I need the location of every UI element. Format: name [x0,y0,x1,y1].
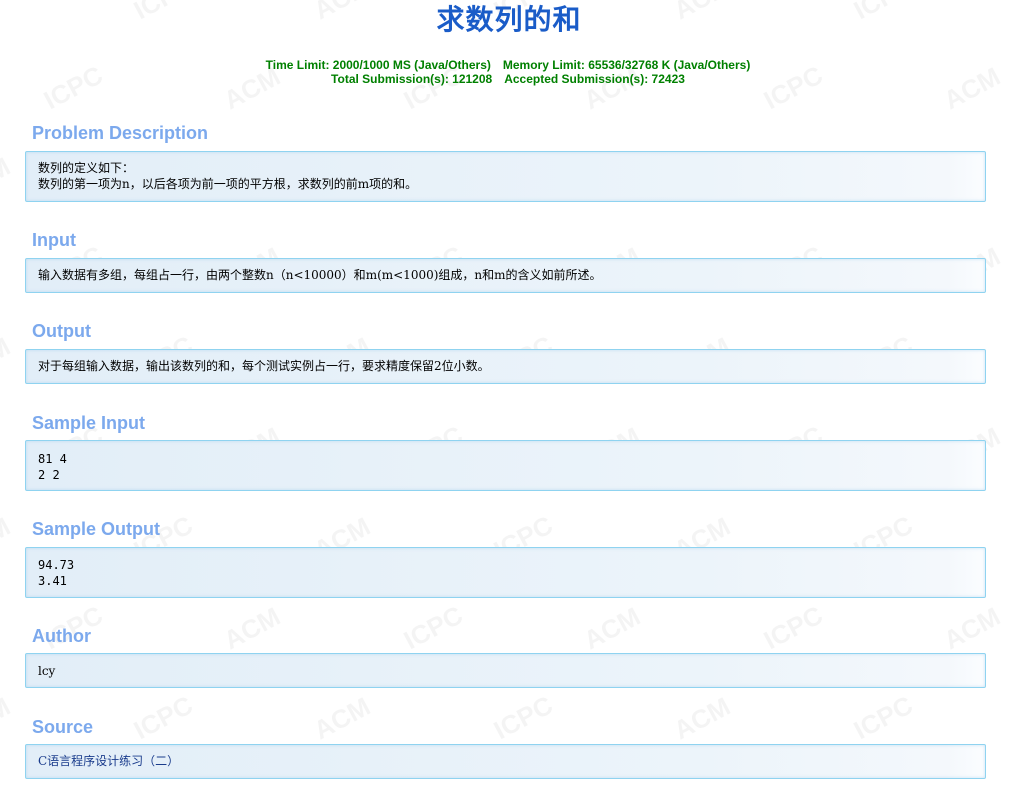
source-heading: Source [32,717,94,737]
problem-title: 求数列的和 [436,3,582,36]
sample-output-panel: 94.73 3.41 [25,547,986,598]
sample-output-line: 94.73 [38,558,75,572]
sample-output-heading: Sample Output [32,519,161,539]
description-line: 数列的第一项为n，以后各项为前一项的平方根，求数列的前m项的和。 [38,177,418,191]
sample-input-line: 81 4 [38,452,67,466]
author-panel: lcy [25,653,986,688]
accepted-submissions: Accepted Submission(s): 72423 [504,72,685,86]
description-panel: 数列的定义如下： 数列的第一项为n，以后各项为前一项的平方根，求数列的前m项的和… [25,151,986,202]
source-panel: C语言程序设计练习（二） [25,744,986,779]
input-panel: 输入数据有多组，每组占一行，由两个整数n（n<10000）和m(m<1000)组… [25,258,986,293]
problem-limits: Time Limit: 2000/1000 MS (Java/Others) Me… [0,58,1016,86]
memory-limit: Memory Limit: 65536/32768 K (Java/Others… [502,58,751,72]
sample-input-panel: 81 4 2 2 [25,440,986,491]
input-line: 输入数据有多组，每组占一行，由两个整数n（n<10000）和m(m<1000)组… [38,268,602,282]
sample-input-heading: Sample Input [32,413,146,433]
sample-output-line: 3.41 [38,574,67,588]
time-limit: Time Limit: 2000/1000 MS (Java/Others) [265,58,491,72]
author-heading: Author [32,626,91,646]
author-name: lcy [38,664,56,678]
source-link[interactable]: C语言程序设计练习（二） [38,753,973,769]
input-heading: Input [32,230,76,250]
sample-input-line: 2 2 [38,468,60,482]
output-heading: Output [32,321,91,341]
total-submissions: Total Submission(s): 121208 [331,72,493,86]
description-line: 数列的定义如下： [38,161,135,175]
description-heading: Problem Description [32,123,209,143]
output-line: 对于每组输入数据，输出该数列的和，每个测试实例占一行，要求精度保留2位小数。 [38,359,490,373]
output-panel: 对于每组输入数据，输出该数列的和，每个测试实例占一行，要求精度保留2位小数。 [25,349,986,384]
